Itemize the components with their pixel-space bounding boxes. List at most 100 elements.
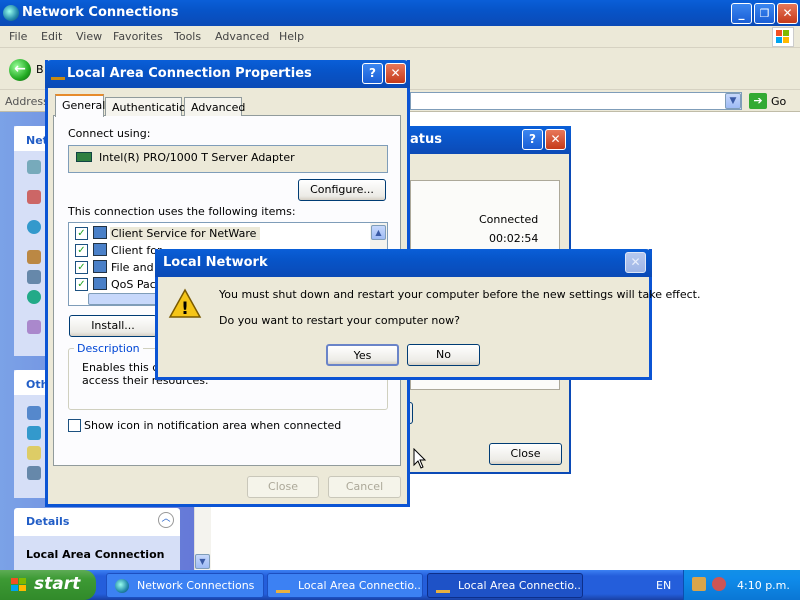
list-item[interactable]: QoS Pac	[111, 278, 156, 291]
control-panel-icon[interactable]	[27, 406, 41, 420]
address-input[interactable]	[410, 92, 742, 110]
main-window-titlebar: Network Connections	[0, 0, 800, 26]
taskbar-item-lac-status[interactable]: Local Area Connectio...	[267, 573, 423, 598]
taskbar-item-network-connections[interactable]: Network Connections	[106, 573, 264, 598]
connection-state: Connected	[479, 213, 539, 226]
status-window-title: atus	[410, 132, 442, 147]
description-text: Enables this co	[82, 361, 166, 374]
adapter-name: Intel(R) PRO/1000 T Server Adapter	[99, 151, 295, 164]
menu-advanced[interactable]: Advanced	[215, 30, 269, 43]
menu-view[interactable]: View	[76, 30, 102, 43]
chevron-up-icon[interactable]: ︿	[158, 512, 174, 528]
connection-icon	[51, 68, 65, 80]
language-indicator[interactable]: EN	[656, 579, 671, 592]
list-item[interactable]: Client Service for NetWare	[110, 227, 261, 240]
item-checkbox[interactable]: ✓	[75, 278, 88, 291]
go-arrow-icon[interactable]: ➔	[749, 93, 767, 109]
service-icon	[93, 277, 107, 290]
mouse-pointer-icon	[413, 447, 427, 470]
connection-duration: 00:02:54	[489, 232, 539, 245]
item-checkbox[interactable]: ✓	[75, 227, 88, 240]
start-label: start	[34, 574, 81, 594]
scroll-up-icon[interactable]: ▲	[371, 225, 386, 240]
dialog-titlebar: Local Network	[155, 249, 652, 277]
tab-authentication[interactable]: Authentication	[105, 97, 193, 116]
list-item[interactable]: Client for	[111, 244, 161, 257]
my-documents-icon[interactable]	[27, 446, 41, 460]
install-button[interactable]: Install...	[69, 315, 157, 337]
back-button-label[interactable]: B	[36, 63, 44, 76]
status-properties-button[interactable]	[410, 402, 413, 424]
taskbar-item-label: Local Area Connectio...	[298, 579, 423, 592]
network-connections-icon	[3, 5, 19, 21]
warning-icon: !	[168, 288, 202, 320]
menu-favorites[interactable]: Favorites	[113, 30, 163, 43]
menu-help[interactable]: Help	[279, 30, 304, 43]
cancel-button: Cancel	[328, 476, 401, 498]
item-checkbox[interactable]: ✓	[75, 244, 88, 257]
service-icon	[93, 260, 107, 273]
show-icon-label[interactable]: Show icon in notification area when conn…	[84, 419, 341, 432]
dialog-close-x-button: ✕	[625, 252, 646, 273]
globe-icon[interactable]	[27, 290, 41, 304]
status-close-x-button[interactable]: ✕	[545, 129, 566, 150]
warning-symbol: !	[181, 299, 189, 319]
show-icon-checkbox[interactable]	[68, 419, 81, 432]
menu-edit[interactable]: Edit	[41, 30, 62, 43]
dialog-title: Local Network	[163, 255, 268, 270]
network-places-icon[interactable]	[27, 426, 41, 440]
no-button[interactable]: No	[407, 344, 480, 366]
chevron-down-icon[interactable]: ▼	[725, 93, 741, 109]
windows-logo-icon	[772, 27, 794, 47]
item-checkbox[interactable]: ✓	[75, 261, 88, 274]
properties-titlebar: Local Area Connection Properties	[45, 60, 410, 88]
minimize-button[interactable]: _	[731, 3, 752, 24]
back-arrow-icon[interactable]: ←	[9, 59, 31, 81]
security-icon[interactable]	[692, 577, 706, 591]
close-button: Close	[247, 476, 319, 498]
status-close-button[interactable]: Close	[489, 443, 562, 465]
menu-bar: File Edit View Favorites Tools Advanced …	[0, 26, 800, 48]
properties-icon[interactable]	[27, 320, 41, 334]
status-help-button[interactable]: ?	[522, 129, 543, 150]
details-title: Details	[26, 515, 70, 528]
computer-icon[interactable]	[27, 270, 41, 284]
my-computer-icon[interactable]	[27, 466, 41, 480]
home-network-icon[interactable]	[27, 190, 41, 204]
items-label: This connection uses the following items…	[68, 205, 296, 218]
network-adapter-icon	[76, 152, 92, 162]
tab-advanced[interactable]: Advanced	[184, 97, 245, 116]
close-window-button[interactable]: ✕	[777, 3, 798, 24]
connect-using-label: Connect using:	[68, 127, 151, 140]
windows-flag-icon	[10, 577, 28, 593]
details-connection-name: Local Area Connection	[26, 548, 165, 561]
network-globe-icon[interactable]	[27, 220, 41, 234]
network-warning-icon[interactable]	[712, 577, 726, 591]
properties-help-button[interactable]: ?	[362, 63, 383, 84]
tab-general[interactable]: General	[55, 94, 105, 117]
main-window-title: Network Connections	[22, 5, 179, 20]
view-icon[interactable]	[27, 160, 41, 174]
taskbar-item-label: Network Connections	[137, 579, 255, 592]
dialog-message: You must shut down and restart your comp…	[219, 288, 701, 301]
yes-button[interactable]: Yes	[326, 344, 399, 366]
properties-title: Local Area Connection Properties	[67, 66, 312, 81]
client-icon	[93, 243, 107, 256]
description-legend: Description	[74, 342, 143, 355]
restore-button[interactable]: ❐	[754, 3, 775, 24]
taskbar-item-label: Local Area Connectio...	[458, 579, 583, 592]
connection-icon	[436, 579, 450, 593]
scroll-down-icon[interactable]: ▼	[195, 554, 210, 569]
configure-button[interactable]: Configure...	[298, 179, 386, 201]
clock: 4:10 p.m.	[737, 579, 790, 592]
address-label: Address	[5, 95, 49, 108]
taskbar-item-lac-properties[interactable]: Local Area Connectio...	[427, 573, 583, 598]
go-button-label[interactable]: Go	[771, 95, 786, 108]
repair-wrench-icon[interactable]	[27, 250, 41, 264]
client-icon	[93, 226, 107, 239]
menu-file[interactable]: File	[9, 30, 27, 43]
menu-tools[interactable]: Tools	[174, 30, 201, 43]
connection-icon	[276, 579, 290, 593]
properties-close-x-button[interactable]: ✕	[385, 63, 406, 84]
dialog-question: Do you want to restart your computer now…	[219, 314, 460, 327]
